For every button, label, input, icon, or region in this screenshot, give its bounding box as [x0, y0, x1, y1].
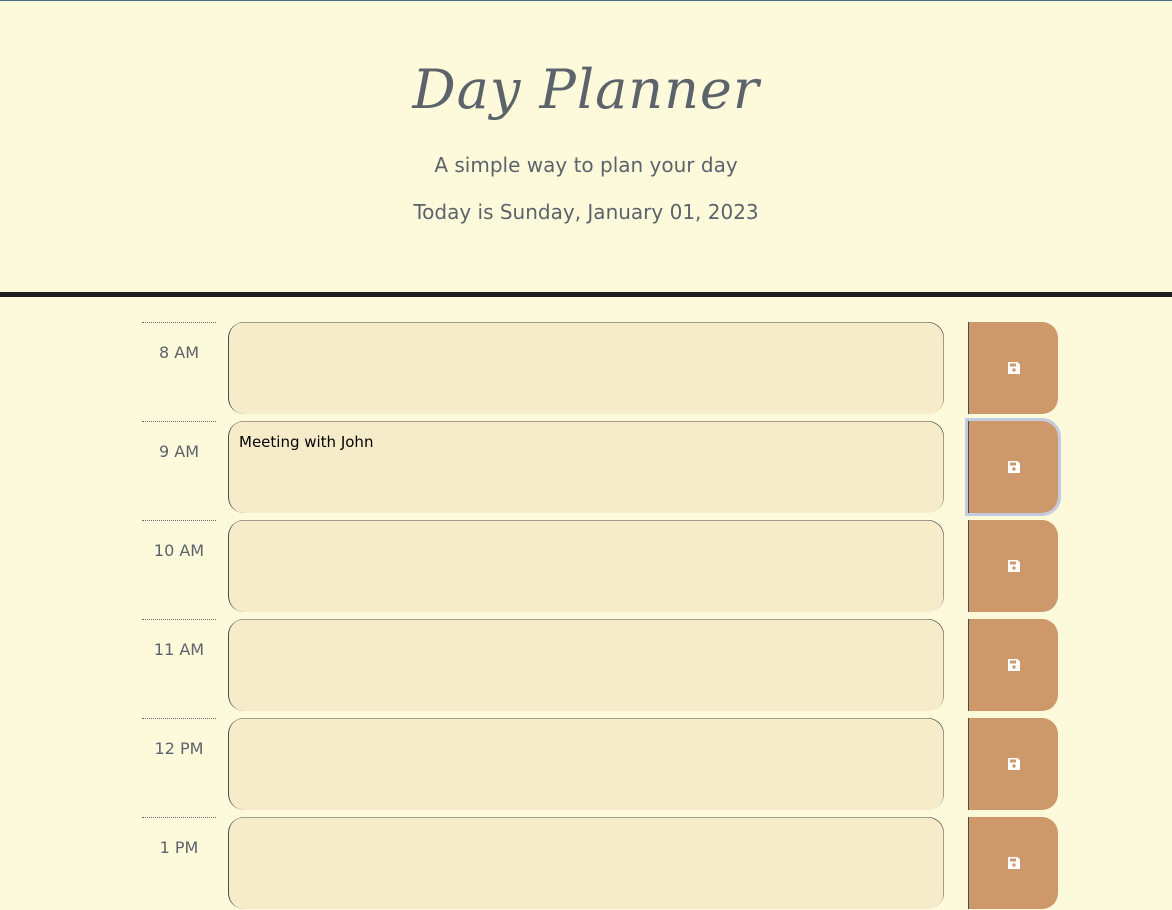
- page-title: Day Planner: [412, 58, 760, 121]
- hour-label: 9 AM: [142, 421, 216, 513]
- save-button[interactable]: [968, 520, 1058, 612]
- save-button[interactable]: [968, 322, 1058, 414]
- event-description-input[interactable]: [228, 619, 944, 711]
- event-description-input[interactable]: [228, 817, 944, 909]
- event-description-input[interactable]: [228, 718, 944, 810]
- hour-label: 12 PM: [142, 718, 216, 810]
- hour-label: 10 AM: [142, 520, 216, 612]
- hour-label: 8 AM: [142, 322, 216, 414]
- floppy-disk-icon: [1007, 461, 1020, 473]
- time-block-1pm: 1 PM: [0, 817, 1172, 909]
- save-button[interactable]: [965, 418, 1061, 516]
- save-button[interactable]: [968, 817, 1058, 909]
- current-date: Today is Sunday, January 01, 2023: [413, 200, 759, 224]
- save-button[interactable]: [968, 619, 1058, 711]
- time-block-11am: 11 AM: [0, 619, 1172, 711]
- page-subtitle: A simple way to plan your day: [434, 153, 738, 177]
- time-block-12pm: 12 PM: [0, 718, 1172, 810]
- floppy-disk-icon: [1007, 857, 1020, 869]
- event-description-input[interactable]: [228, 322, 944, 414]
- hour-label: 11 AM: [142, 619, 216, 711]
- time-block-10am: 10 AM: [0, 520, 1172, 612]
- page-header: Day Planner A simple way to plan your da…: [0, 0, 1172, 292]
- event-description-input[interactable]: [228, 520, 944, 612]
- event-description-input[interactable]: Meeting with John: [228, 421, 944, 513]
- floppy-disk-icon: [1007, 758, 1020, 770]
- save-button[interactable]: [968, 718, 1058, 810]
- time-block-8am: 8 AM: [0, 322, 1172, 414]
- header-divider: [0, 292, 1172, 297]
- floppy-disk-icon: [1007, 362, 1020, 374]
- time-block-9am: 9 AM Meeting with John: [0, 418, 1172, 516]
- hour-label: 1 PM: [142, 817, 216, 909]
- floppy-disk-icon: [1007, 659, 1020, 671]
- floppy-disk-icon: [1007, 560, 1020, 572]
